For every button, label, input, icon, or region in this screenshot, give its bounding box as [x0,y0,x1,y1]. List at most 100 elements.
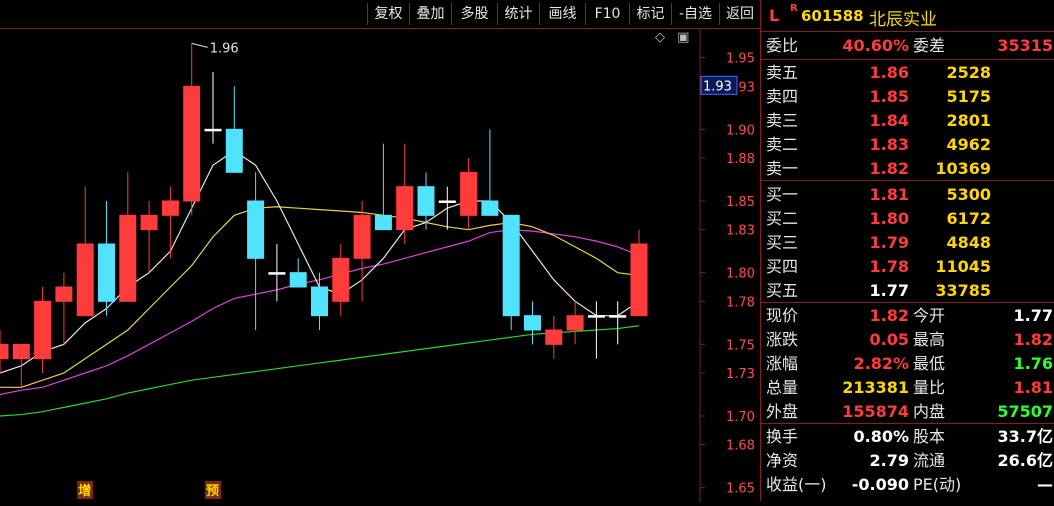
fundamental-label: 净资 [766,451,799,470]
fundamental-label: 换手 [766,427,799,446]
sell-volume: 10369 [935,159,991,178]
weibi-row: 委比 40.60% 委差 35315 [761,34,1054,57]
sell-level-label: 卖三 [766,111,799,130]
candle-body[interactable] [374,214,392,231]
candle-body[interactable] [481,200,499,216]
f10-button[interactable]: F10 [585,3,629,25]
stat-label: 涨幅 [766,354,799,373]
mark-button[interactable]: 标记 [629,3,671,25]
candle-body[interactable] [76,243,94,317]
candle-body[interactable] [417,186,435,216]
event-marker-label[interactable]: 增 [78,483,91,499]
stat-label: 涨跌 [766,330,799,349]
buy-level-row[interactable]: 买二 1.80 6172 [761,207,1054,230]
kline-chart-area[interactable]: 1.95 1.93 1.90 1.88 1.85 1.83 1.80 1.78 1.75 1.73… [0,28,760,502]
quote-stat-row[interactable]: 总量 213381 量比 1.81 [761,376,1054,399]
y-tick-label: 1.88 [726,152,755,167]
buy-level-row[interactable]: 买三 1.79 4848 [761,231,1054,254]
sell-price: 1.86 [869,63,909,82]
sell-volume: 5175 [946,87,991,106]
candle-body[interactable] [119,214,137,302]
candle-body[interactable] [566,315,584,331]
sell-level-row[interactable]: 卖四 1.85 5175 [761,85,1054,108]
candle-body[interactable] [247,200,265,259]
level-indicator: L [769,6,780,25]
stat-value: 1.82 [869,306,909,325]
candle-body[interactable] [545,329,563,345]
sell-level-row[interactable]: 卖二 1.83 4962 [761,133,1054,156]
quote-fundamental-row[interactable]: 换手 0.80% 股本 33.7亿 [761,425,1054,448]
event-marker-label[interactable]: 预 [206,484,219,499]
buy-volume: 5300 [946,185,991,204]
stat-value: 1.76 [1013,354,1053,373]
divider [761,423,1054,424]
sell-level-label: 卖二 [766,135,799,154]
y-tick-label: 1.65 [726,482,755,497]
candle-body[interactable] [502,214,520,317]
buy-level-row[interactable]: 买四 1.78 11045 [761,255,1054,278]
candle-body[interactable] [0,343,9,360]
fundamental-label: 流通 [913,451,946,470]
sell-level-row[interactable]: 卖五 1.86 2528 [761,61,1054,84]
candle-body[interactable] [140,214,158,231]
window-toggle-icon[interactable]: ▣ [677,30,689,45]
back-button[interactable]: 返回 [719,3,760,25]
y-tick-label: 1.70 [726,410,755,425]
candle-body[interactable] [183,85,201,202]
candle-body[interactable] [268,272,286,275]
quote-fundamental-row[interactable]: 收益(一) -0.090 PE(动) — [761,473,1054,496]
sell-volume: 4962 [946,135,991,154]
candle-body[interactable] [396,186,414,231]
diamond-icon[interactable]: ◇ [655,30,665,45]
candle-body[interactable] [225,128,243,173]
stat-label: 量比 [913,378,946,397]
candle-body[interactable] [98,243,115,302]
fundamental-label: 收益(一) [766,475,827,494]
sell-level-row[interactable]: 卖一 1.82 10369 [761,157,1054,180]
buy-level-label: 买四 [766,257,799,276]
candle-body[interactable] [609,315,627,318]
stock-name[interactable]: 北辰实业 [869,5,937,30]
candle-body[interactable] [438,200,456,203]
buy-volume: 33785 [935,281,991,300]
candle-body[interactable] [289,272,307,288]
candle-body[interactable] [55,286,73,302]
multi-stock-button[interactable]: 多股 [451,3,497,25]
candle-body[interactable] [34,300,52,360]
quote-panel: L R 601588 北辰实业 委比 40.60% 委差 35315 卖五 1.8… [760,0,1054,501]
candle-body[interactable] [460,171,478,216]
candle-body[interactable] [12,343,30,360]
statistics-button[interactable]: 统计 [497,3,539,25]
y-tick-label: 1.95 [726,52,755,67]
candle-body[interactable] [353,214,371,259]
candle-body[interactable] [161,200,179,216]
candle-body[interactable] [630,243,648,317]
rong-indicator: R [790,3,798,14]
quote-fundamental-row[interactable]: 净资 2.79 流通 26.6亿 [761,449,1054,472]
sell-volume: 2528 [946,63,991,82]
quote-stat-row[interactable]: 涨跌 0.05 最高 1.82 [761,328,1054,351]
sell-level-label: 卖五 [766,63,799,82]
add-watchlist-button[interactable]: -自选 [671,3,719,25]
quote-header: L R 601588 北辰实业 [761,0,1054,32]
candle-body[interactable] [311,286,328,317]
peak-annotation-label: 1.96 [210,41,239,56]
candle-body[interactable] [332,257,350,302]
kline-chart[interactable]: 1.95 1.93 1.90 1.88 1.85 1.83 1.80 1.78 1.75 1.73… [0,29,760,502]
candle-body[interactable] [587,315,605,318]
candle-body[interactable] [204,128,222,132]
stat-label: 今开 [913,306,946,325]
overlay-button[interactable]: 叠加 [409,3,451,25]
quote-stat-row[interactable]: 涨幅 2.82% 最低 1.76 [761,352,1054,375]
current-price-label: 1.93 [703,79,732,94]
fuquan-button[interactable]: 复权 [367,3,409,25]
candle-body[interactable] [524,315,541,331]
sell-level-row[interactable]: 卖三 1.84 2801 [761,109,1054,132]
buy-level-row[interactable]: 买一 1.81 5300 [761,183,1054,206]
quote-stat-row[interactable]: 现价 1.82 今开 1.77 [761,304,1054,327]
quote-stat-row[interactable]: 外盘 155874 内盘 57507 [761,400,1054,423]
draw-line-button[interactable]: 画线 [539,3,585,25]
buy-level-row[interactable]: 买五 1.77 33785 [761,279,1054,302]
stat-value: 57507 [997,402,1053,421]
buy-price: 1.79 [869,233,909,252]
